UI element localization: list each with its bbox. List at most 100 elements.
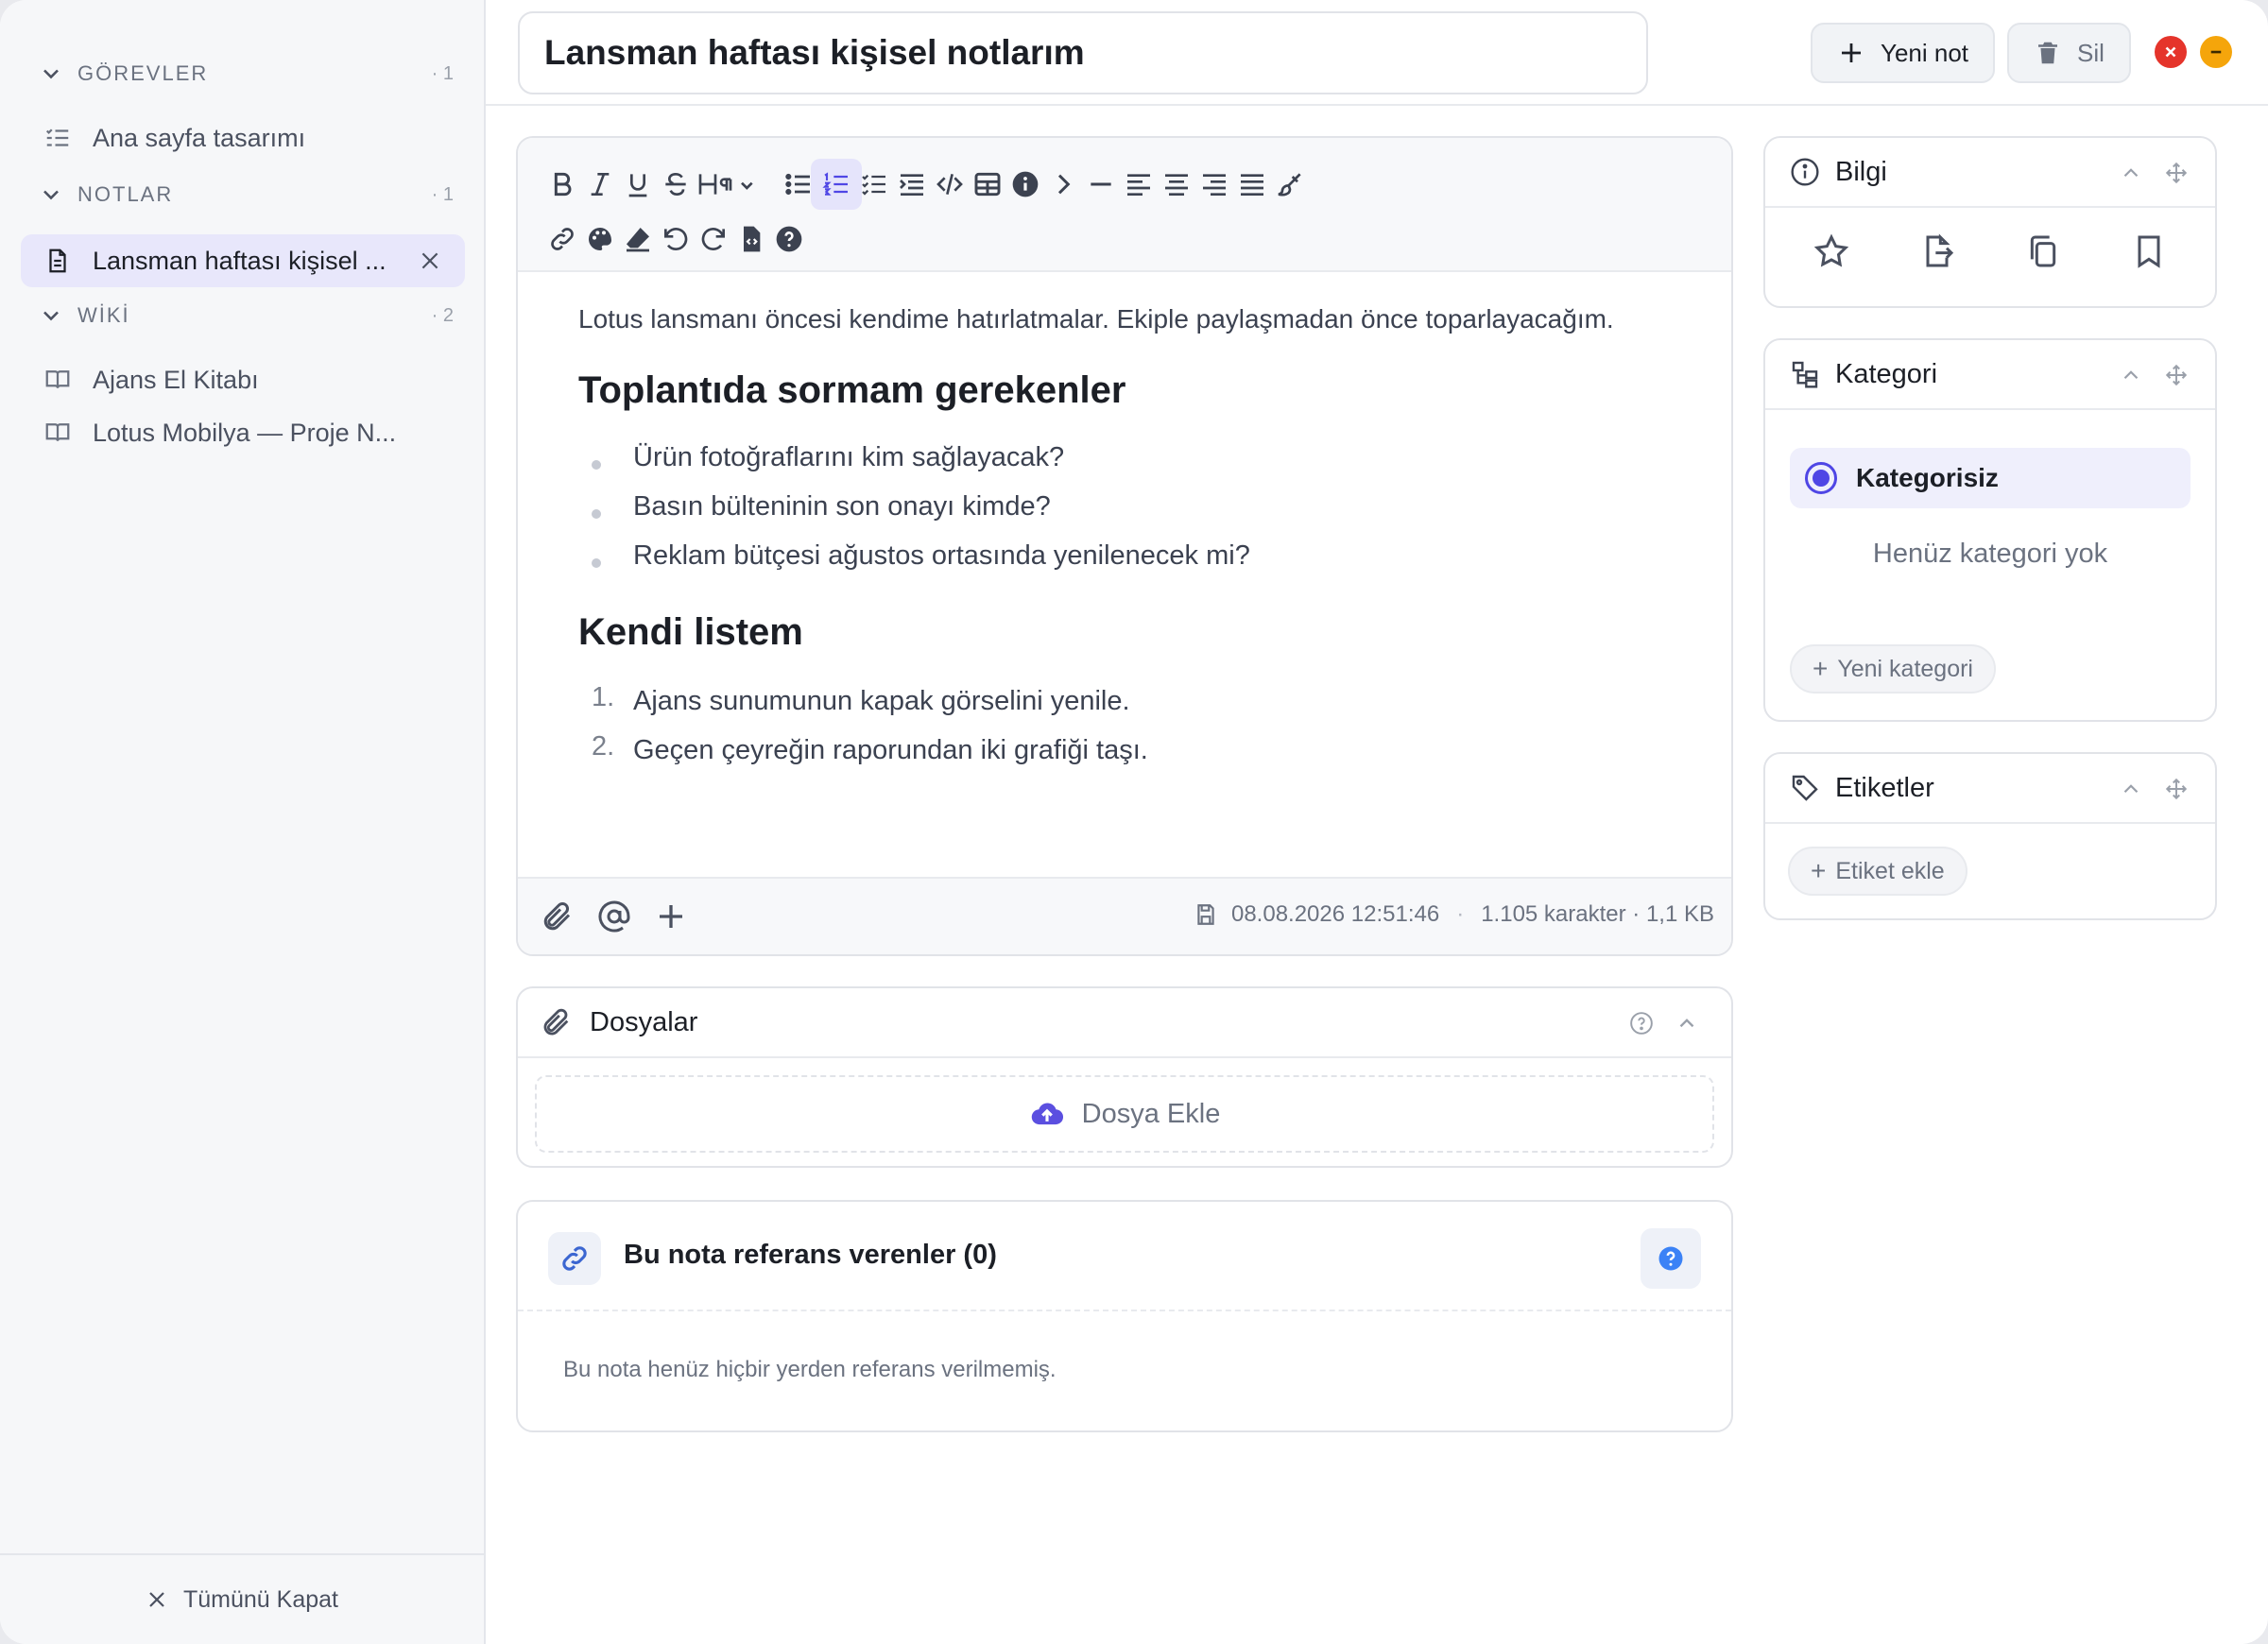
copy-icon[interactable]: [2024, 232, 2062, 270]
category-panel-title: Kategori: [1835, 358, 1938, 389]
radio-selected: [1805, 462, 1837, 494]
close-all-button[interactable]: Tümünü Kapat: [0, 1553, 484, 1644]
help-circle-icon[interactable]: [1629, 1011, 1654, 1036]
section-header-gorevler[interactable]: GÖREVLER · 1: [38, 55, 454, 93]
add-tag-button[interactable]: + Etiket ekle: [1788, 847, 1967, 896]
eraser-icon: [627, 228, 649, 252]
move-icon[interactable]: [2164, 777, 2189, 801]
plus-icon: [1842, 43, 1861, 62]
backlinks-empty-text: Bu nota henüz hiçbir yerden referans ver…: [563, 1357, 1057, 1382]
chevron-up-icon[interactable]: [2119, 363, 2143, 387]
section-label: NOTLAR: [77, 182, 174, 206]
bullet-list-icon: [785, 173, 810, 196]
trash-icon: [2038, 42, 2057, 64]
delete-label: Sil: [2077, 38, 2105, 67]
sidebar-item-label: Lansman haftası kişisel ...: [93, 246, 387, 275]
bookmark-icon[interactable]: [2130, 232, 2168, 270]
editor-toolbar: [518, 138, 1731, 272]
palette-icon: [588, 228, 611, 250]
highlight-button[interactable]: [1264, 159, 1315, 210]
section-header-wiki[interactable]: WİKİ · 2: [38, 297, 454, 334]
info-circle-icon: [1791, 158, 1819, 186]
info-icon: [1012, 171, 1039, 197]
app-window: GÖREVLER · 1 Ana sayfa tasarımı NOTLAR ·…: [0, 0, 2268, 1644]
link-icon: [548, 1232, 601, 1285]
backlinks-header: Bu nota referans verenler (0): [518, 1202, 1731, 1311]
list-item: Reklam bütçesi ağustos ortasında yenilen…: [633, 540, 1250, 571]
heading: Kendi listem: [578, 611, 803, 653]
category-empty-text: Henüz kategori yok: [1872, 539, 2108, 569]
editor-footer: 08.08.2026 12:51:46 · 1.105 karakter · 1…: [518, 877, 1731, 954]
table-icon: [974, 172, 1001, 197]
chevron-up-icon[interactable]: [1675, 1011, 1699, 1036]
align-center-icon: [1165, 174, 1188, 196]
backlinks-help-button[interactable]: [1641, 1228, 1701, 1289]
close-icon: [2165, 46, 2176, 58]
info-panel-header[interactable]: Bilgi: [1765, 138, 2215, 208]
minimize-window-button[interactable]: [2200, 36, 2232, 68]
undo-icon: [664, 228, 688, 250]
separator: ·: [1456, 901, 1465, 927]
new-note-button[interactable]: Yeni not: [1811, 23, 1996, 83]
plus-icon[interactable]: [654, 899, 688, 933]
heading-dropdown[interactable]: [688, 159, 765, 210]
move-icon[interactable]: [2164, 161, 2189, 185]
sidebar-item-ajans[interactable]: Ajans El Kitabı: [21, 353, 465, 406]
info-panel-title: Bilgi: [1835, 156, 1887, 187]
section-count: · 1: [431, 62, 454, 84]
mention-icon[interactable]: [597, 899, 631, 933]
note-title-input[interactable]: [518, 11, 1648, 94]
plus-icon: +: [1813, 654, 1829, 683]
sidebar-item-label: Ana sayfa tasarımı: [93, 123, 306, 152]
close-all-label: Tümünü Kapat: [183, 1585, 338, 1613]
sidebar-item-lotus[interactable]: Lotus Mobilya — Proje N...: [21, 406, 465, 459]
sidebar-item-lansman[interactable]: Lansman haftası kişisel ...: [21, 234, 465, 287]
files-card: Dosyalar Dosya Ekle: [516, 986, 1733, 1168]
document-icon: [49, 248, 66, 273]
info-panel: Bilgi: [1763, 136, 2217, 308]
export-icon[interactable]: [1918, 232, 1956, 270]
section-label: GÖREVLER: [77, 61, 209, 85]
bullet: [592, 558, 601, 568]
bold-icon: [554, 172, 572, 197]
sidebar-item-ana-sayfa[interactable]: Ana sayfa tasarımı: [21, 111, 465, 164]
new-category-button[interactable]: + Yeni kategori: [1790, 644, 1996, 694]
chevron-up-icon[interactable]: [2119, 161, 2143, 185]
book-icon: [45, 370, 70, 388]
indent-icon: [900, 174, 923, 196]
tags-panel-header[interactable]: Etiketler: [1765, 754, 2215, 824]
chevron-right-icon: [1057, 174, 1071, 195]
category-option-label: Kategorisiz: [1856, 463, 1999, 492]
files-header[interactable]: Dosyalar: [518, 988, 1731, 1058]
category-panel-header[interactable]: Kategori: [1765, 340, 2215, 410]
help-button[interactable]: [764, 214, 815, 265]
align-justify-icon: [1241, 174, 1263, 196]
brush-icon: [1278, 173, 1301, 197]
code-icon: [936, 174, 963, 195]
delete-button[interactable]: Sil: [2007, 23, 2131, 83]
attach-icon[interactable]: [541, 899, 575, 933]
chevron-up-icon[interactable]: [2119, 777, 2143, 801]
bullet: [592, 460, 601, 470]
category-panel: Kategori Kategorisiz Henüz kategori yok …: [1763, 338, 2217, 722]
section-header-notlar[interactable]: NOTLAR · 1: [38, 176, 454, 214]
saved-timestamp: 08.08.2026 12:51:46: [1230, 901, 1440, 927]
char-stats: 1.105 karakter · 1,1 KB: [1481, 901, 1714, 927]
sidebar-item-label: Ajans El Kitabı: [93, 365, 259, 394]
info-actions: [1765, 232, 2215, 293]
new-note-label: Yeni not: [1881, 38, 1969, 67]
move-icon[interactable]: [2164, 363, 2189, 387]
star-icon[interactable]: [1813, 232, 1850, 270]
tasklist-icon: [45, 128, 69, 146]
section-label: WİKİ: [77, 303, 130, 327]
editor-card: Lotus lansmanı öncesi kendime hatırlatma…: [516, 136, 1733, 956]
files-title: Dosyalar: [590, 1006, 698, 1037]
category-option-selected[interactable]: Kategorisiz: [1790, 448, 2191, 508]
close-tab-icon[interactable]: [418, 248, 442, 273]
file-code-icon: [744, 226, 761, 252]
list-item: Ürün fotoğraflarını kim sağlayacak?: [633, 442, 1065, 472]
new-category-label: Yeni kategori: [1837, 655, 1973, 682]
close-window-button[interactable]: [2155, 36, 2187, 68]
heading-icon: [698, 174, 753, 195]
file-upload-dropzone[interactable]: Dosya Ekle: [535, 1075, 1714, 1153]
